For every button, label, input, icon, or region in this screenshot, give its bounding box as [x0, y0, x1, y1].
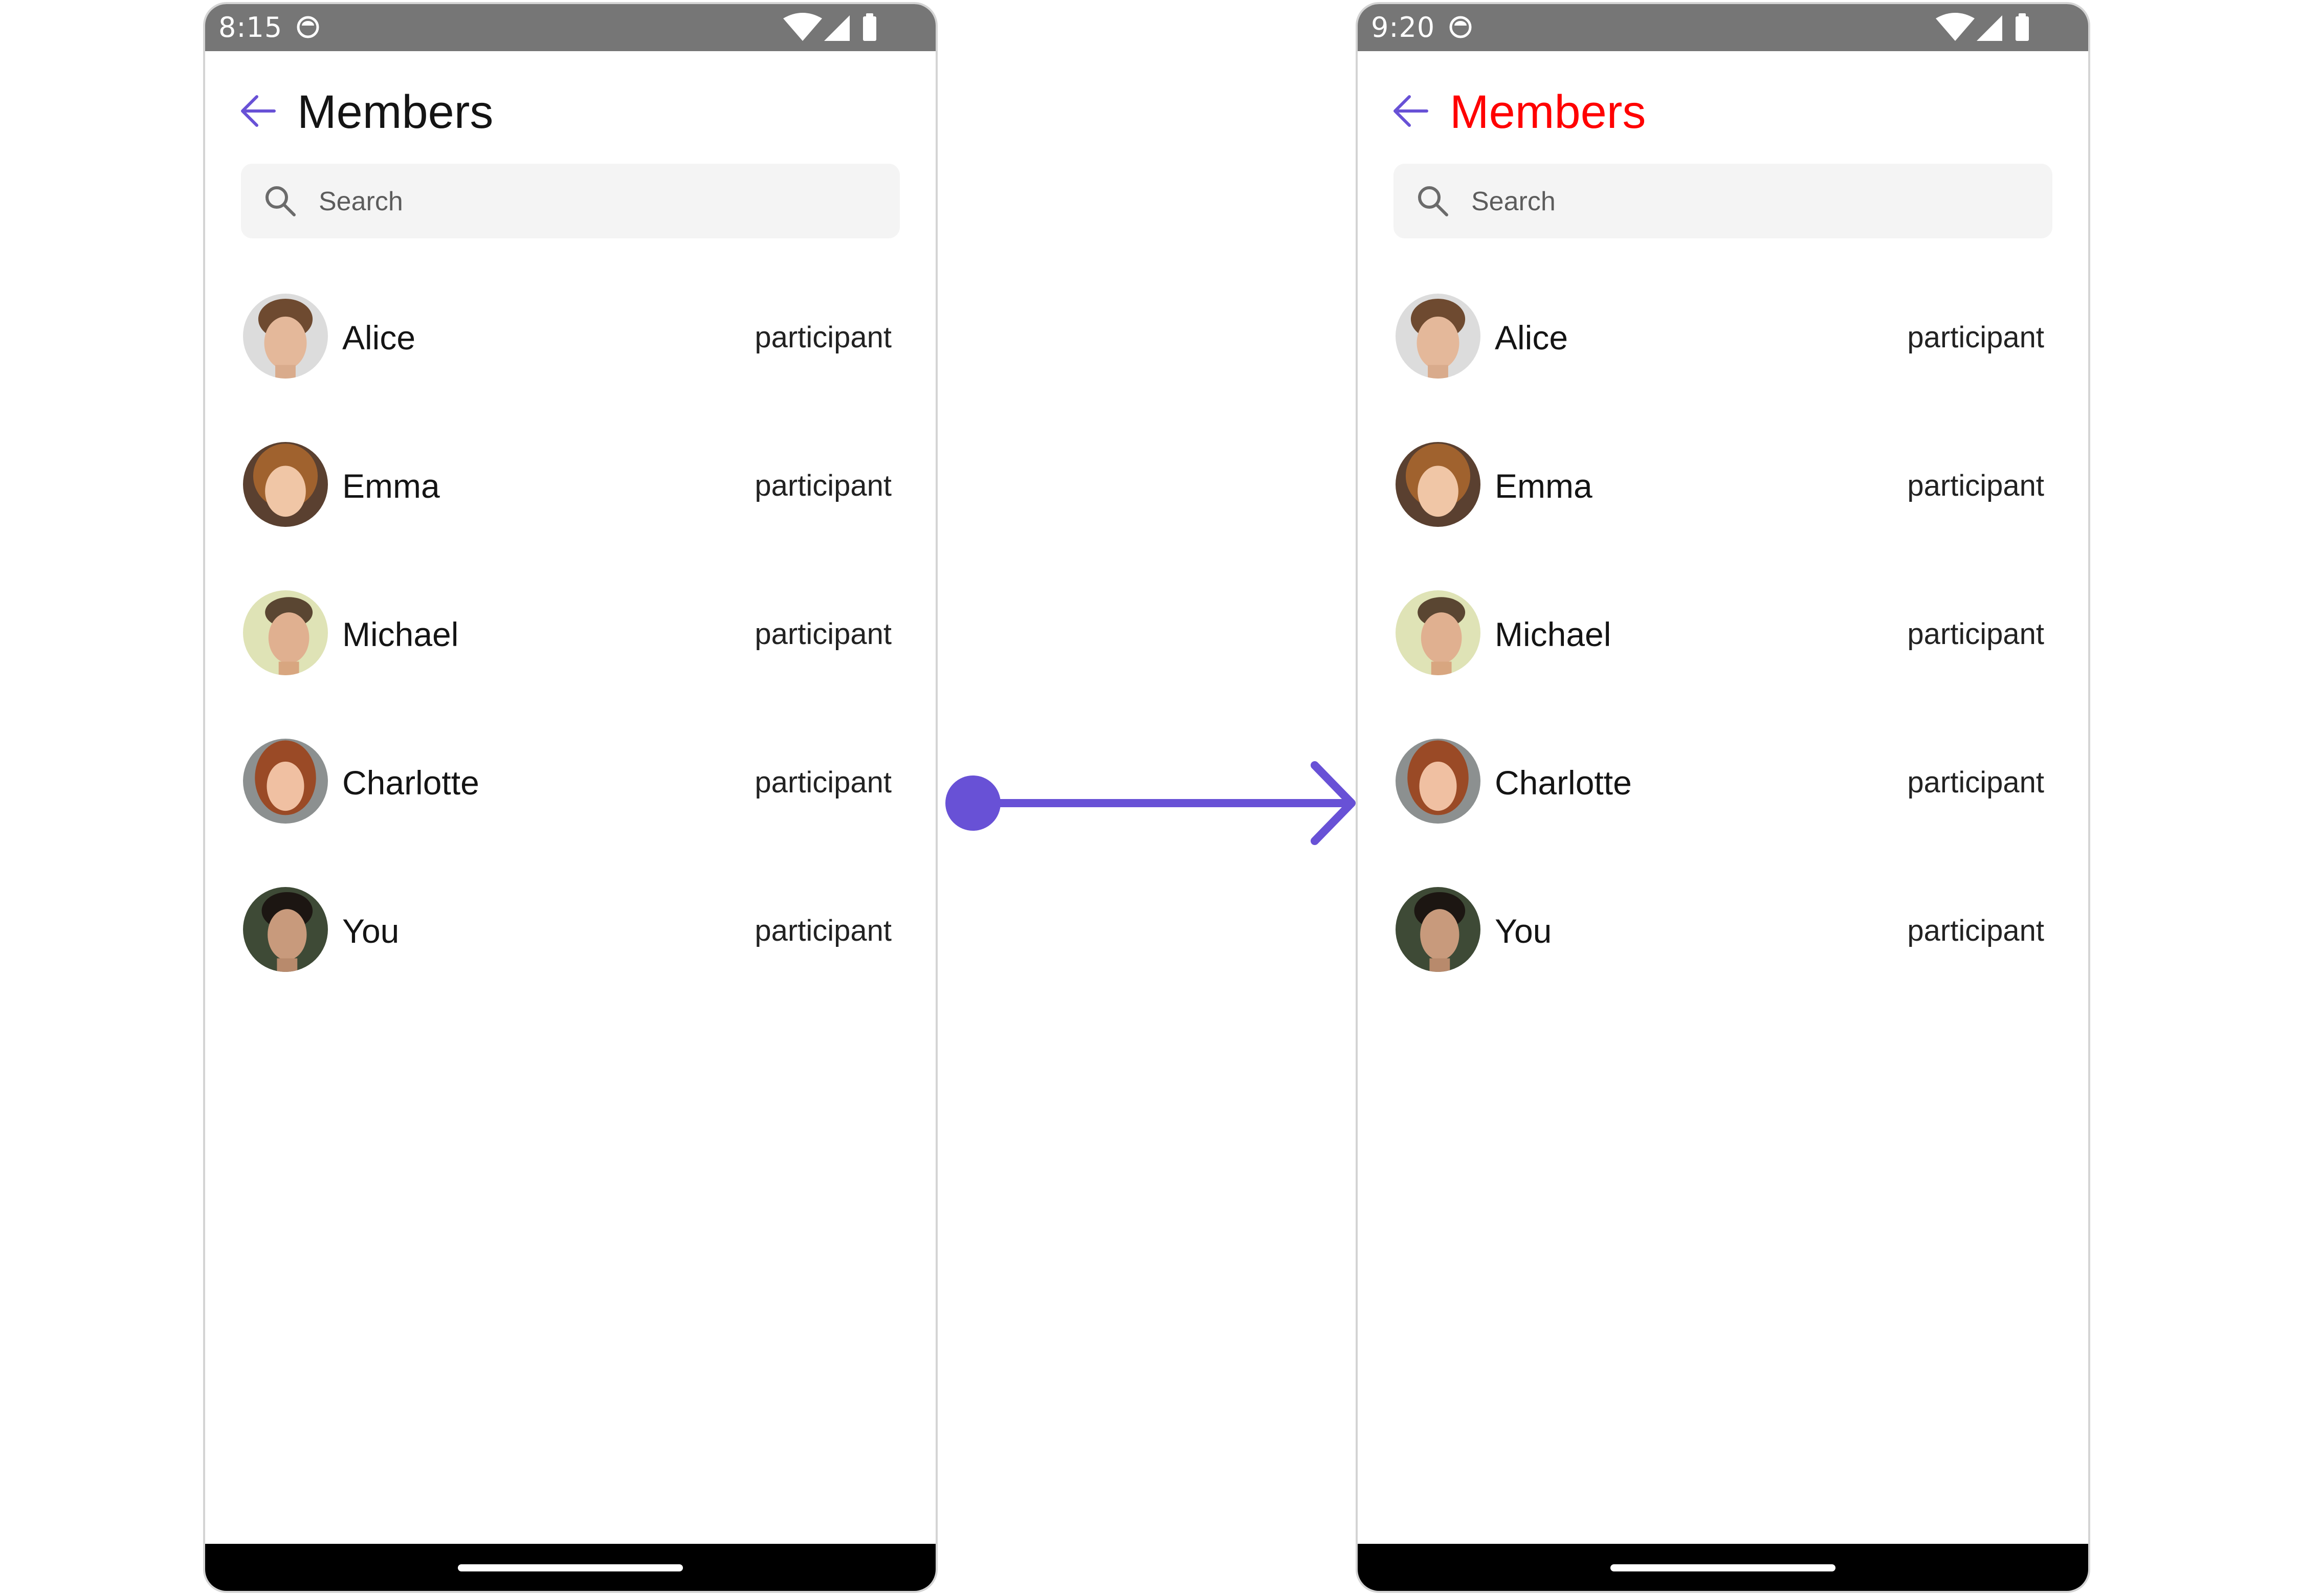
list-item-michael[interactable]: Michael participant — [1358, 570, 2088, 693]
navigation-bar — [205, 1544, 936, 1591]
search-input[interactable] — [318, 164, 884, 239]
member-name: Emma — [342, 467, 440, 505]
member-role: participant — [755, 766, 892, 799]
home-indicator[interactable] — [458, 1564, 683, 1571]
list-item-alice[interactable]: Alice participant — [205, 273, 936, 396]
member-name: Michael — [1495, 615, 1611, 653]
member-role: participant — [1907, 321, 2044, 354]
member-name: Alice — [342, 319, 416, 357]
home-indicator[interactable] — [1610, 1564, 1835, 1571]
list-item-emma[interactable]: Emma participant — [1358, 422, 2088, 544]
app-notification-icon — [1449, 16, 1472, 38]
page-title: Members — [297, 86, 494, 138]
member-role: participant — [1907, 766, 2044, 799]
app-notification-icon — [297, 16, 319, 38]
navigation-bar — [1358, 1544, 2088, 1591]
search-input[interactable] — [1470, 164, 2037, 239]
status-time: 9:20 — [1371, 11, 1435, 43]
avatar — [243, 442, 328, 527]
list-item-charlotte[interactable]: Charlotte participant — [205, 718, 936, 841]
list-item-charlotte[interactable]: Charlotte participant — [1358, 718, 2088, 841]
list-item-you[interactable]: You participant — [205, 867, 936, 989]
search-bar[interactable] — [1393, 164, 2052, 239]
member-name: You — [1495, 912, 1552, 950]
avatar — [1396, 442, 1480, 527]
back-button[interactable] — [1387, 88, 1433, 134]
avatar — [1396, 294, 1480, 379]
avatar — [1396, 739, 1480, 824]
battery-icon — [863, 16, 876, 41]
avatar — [1396, 590, 1480, 675]
arrow-left-icon — [1393, 95, 1428, 127]
arrow-left-icon — [241, 95, 276, 127]
member-role: participant — [1907, 469, 2044, 502]
wifi-icon — [783, 13, 822, 41]
member-name: Alice — [1495, 319, 1568, 357]
status-icons — [783, 13, 876, 41]
list-item-alice[interactable]: Alice participant — [1358, 273, 2088, 396]
avatar — [243, 590, 328, 675]
right-arrow-connector-icon — [945, 761, 1356, 845]
member-role: participant — [1907, 914, 2044, 947]
member-role: participant — [755, 617, 892, 651]
search-icon — [1418, 186, 1448, 216]
member-name: Michael — [342, 615, 459, 653]
battery-icon — [2016, 16, 2029, 41]
member-role: participant — [755, 914, 892, 947]
phone-screen-customized: 9:20 Members Search Alice participant Em… — [1356, 2, 2090, 1593]
member-role: participant — [1907, 617, 2044, 651]
member-name: Emma — [1495, 467, 1592, 505]
status-bar: 9:20 — [1358, 4, 2088, 51]
status-time: 8:15 — [218, 11, 283, 43]
header: Members — [205, 71, 936, 152]
avatar — [1396, 887, 1480, 972]
list-item-you[interactable]: You participant — [1358, 867, 2088, 989]
status-icons — [1936, 13, 2029, 41]
member-name: Charlotte — [1495, 764, 1632, 802]
avatar — [243, 739, 328, 824]
cellular-signal-icon — [1977, 15, 2002, 41]
avatar — [243, 887, 328, 972]
member-role: participant — [755, 469, 892, 502]
avatar — [243, 294, 328, 379]
cellular-signal-icon — [824, 15, 850, 41]
header: Members — [1358, 71, 2088, 152]
phone-screen-default: 8:15 Members Search Alice participant Em… — [203, 2, 938, 1593]
list-item-emma[interactable]: Emma participant — [205, 422, 936, 544]
back-button[interactable] — [235, 88, 281, 134]
member-name: Charlotte — [342, 764, 479, 802]
member-name: You — [342, 912, 400, 950]
wifi-icon — [1936, 13, 1975, 41]
search-icon — [266, 186, 296, 216]
search-bar[interactable] — [241, 164, 900, 239]
page-title: Members — [1450, 86, 1646, 138]
status-bar: 8:15 — [205, 4, 936, 51]
list-item-michael[interactable]: Michael participant — [205, 570, 936, 693]
member-role: participant — [755, 321, 892, 354]
